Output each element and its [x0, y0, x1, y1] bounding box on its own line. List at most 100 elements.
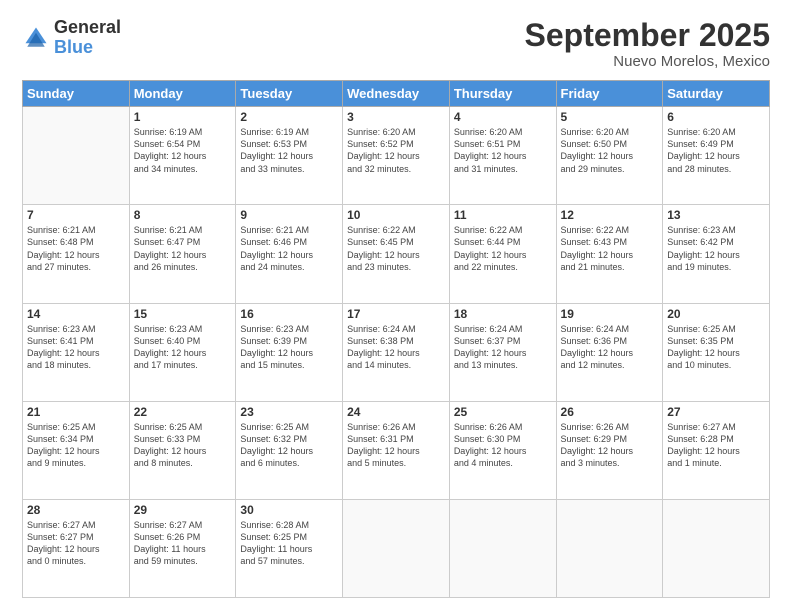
- calendar-cell: 10 Sunrise: 6:22 AM Sunset: 6:45 PM Dayli…: [343, 205, 450, 303]
- calendar: SundayMondayTuesdayWednesdayThursdayFrid…: [22, 80, 770, 598]
- day-detail: Sunrise: 6:24 AM Sunset: 6:37 PM Dayligh…: [454, 323, 552, 372]
- logo-icon: [22, 24, 50, 52]
- calendar-week-row: 21 Sunrise: 6:25 AM Sunset: 6:34 PM Dayli…: [23, 401, 770, 499]
- day-detail: Sunrise: 6:23 AM Sunset: 6:39 PM Dayligh…: [240, 323, 338, 372]
- day-detail: Sunrise: 6:25 AM Sunset: 6:35 PM Dayligh…: [667, 323, 765, 372]
- header-row: SundayMondayTuesdayWednesdayThursdayFrid…: [23, 81, 770, 107]
- day-detail: Sunrise: 6:23 AM Sunset: 6:42 PM Dayligh…: [667, 224, 765, 273]
- day-detail: Sunrise: 6:24 AM Sunset: 6:38 PM Dayligh…: [347, 323, 445, 372]
- day-detail: Sunrise: 6:20 AM Sunset: 6:52 PM Dayligh…: [347, 126, 445, 175]
- calendar-header: SundayMondayTuesdayWednesdayThursdayFrid…: [23, 81, 770, 107]
- day-number: 9: [240, 208, 338, 222]
- day-number: 21: [27, 405, 125, 419]
- day-number: 16: [240, 307, 338, 321]
- day-of-week-header: Saturday: [663, 81, 770, 107]
- calendar-cell: 9 Sunrise: 6:21 AM Sunset: 6:46 PM Daylig…: [236, 205, 343, 303]
- calendar-cell: [663, 499, 770, 597]
- day-detail: Sunrise: 6:19 AM Sunset: 6:53 PM Dayligh…: [240, 126, 338, 175]
- day-number: 13: [667, 208, 765, 222]
- day-detail: Sunrise: 6:23 AM Sunset: 6:41 PM Dayligh…: [27, 323, 125, 372]
- day-number: 30: [240, 503, 338, 517]
- day-number: 3: [347, 110, 445, 124]
- day-detail: Sunrise: 6:19 AM Sunset: 6:54 PM Dayligh…: [134, 126, 232, 175]
- day-number: 23: [240, 405, 338, 419]
- calendar-cell: 8Sunrise: 6:21 AM Sunset: 6:47 PM Daylig…: [129, 205, 236, 303]
- day-number: 25: [454, 405, 552, 419]
- day-number: 10: [347, 208, 445, 222]
- calendar-body: 1 Sunrise: 6:19 AM Sunset: 6:54 PM Daylig…: [23, 107, 770, 598]
- calendar-cell: 12 Sunrise: 6:22 AM Sunset: 6:43 PM Dayli…: [556, 205, 663, 303]
- day-number: 17: [347, 307, 445, 321]
- day-detail: Sunrise: 6:21 AM Sunset: 6:48 PM Dayligh…: [27, 224, 125, 273]
- calendar-cell: 19 Sunrise: 6:24 AM Sunset: 6:36 PM Dayli…: [556, 303, 663, 401]
- day-detail: Sunrise: 6:22 AM Sunset: 6:45 PM Dayligh…: [347, 224, 445, 273]
- day-detail: Sunrise: 6:25 AM Sunset: 6:34 PM Dayligh…: [27, 421, 125, 470]
- day-number: 19: [561, 307, 659, 321]
- day-number: 2: [240, 110, 338, 124]
- calendar-cell: 17 Sunrise: 6:24 AM Sunset: 6:38 PM Dayli…: [343, 303, 450, 401]
- day-detail: Sunrise: 6:26 AM Sunset: 6:30 PM Dayligh…: [454, 421, 552, 470]
- day-of-week-header: Friday: [556, 81, 663, 107]
- day-number: 24: [347, 405, 445, 419]
- header: General Blue September 2025 Nuevo Morelo…: [22, 18, 770, 70]
- day-of-week-header: Sunday: [23, 81, 130, 107]
- day-detail: Sunrise: 6:25 AM Sunset: 6:33 PM Dayligh…: [134, 421, 232, 470]
- day-detail: Sunrise: 6:22 AM Sunset: 6:43 PM Dayligh…: [561, 224, 659, 273]
- calendar-cell: 11Sunrise: 6:22 AM Sunset: 6:44 PM Dayli…: [449, 205, 556, 303]
- logo: General Blue: [22, 18, 121, 58]
- day-detail: Sunrise: 6:21 AM Sunset: 6:46 PM Dayligh…: [240, 224, 338, 273]
- day-detail: Sunrise: 6:24 AM Sunset: 6:36 PM Dayligh…: [561, 323, 659, 372]
- calendar-week-row: 1 Sunrise: 6:19 AM Sunset: 6:54 PM Daylig…: [23, 107, 770, 205]
- logo-general-text: General: [54, 18, 121, 38]
- calendar-cell: 6Sunrise: 6:20 AM Sunset: 6:49 PM Daylig…: [663, 107, 770, 205]
- calendar-cell: [556, 499, 663, 597]
- calendar-cell: 14 Sunrise: 6:23 AM Sunset: 6:41 PM Dayli…: [23, 303, 130, 401]
- day-of-week-header: Wednesday: [343, 81, 450, 107]
- day-number: 5: [561, 110, 659, 124]
- day-detail: Sunrise: 6:28 AM Sunset: 6:25 PM Dayligh…: [240, 519, 338, 568]
- calendar-week-row: 7 Sunrise: 6:21 AM Sunset: 6:48 PM Daylig…: [23, 205, 770, 303]
- calendar-cell: 3 Sunrise: 6:20 AM Sunset: 6:52 PM Daylig…: [343, 107, 450, 205]
- day-number: 7: [27, 208, 125, 222]
- calendar-cell: 16 Sunrise: 6:23 AM Sunset: 6:39 PM Dayli…: [236, 303, 343, 401]
- day-detail: Sunrise: 6:27 AM Sunset: 6:26 PM Dayligh…: [134, 519, 232, 568]
- calendar-cell: 28Sunrise: 6:27 AM Sunset: 6:27 PM Dayli…: [23, 499, 130, 597]
- calendar-cell: 7 Sunrise: 6:21 AM Sunset: 6:48 PM Daylig…: [23, 205, 130, 303]
- day-detail: Sunrise: 6:27 AM Sunset: 6:27 PM Dayligh…: [27, 519, 125, 568]
- calendar-week-row: 28Sunrise: 6:27 AM Sunset: 6:27 PM Dayli…: [23, 499, 770, 597]
- day-detail: Sunrise: 6:26 AM Sunset: 6:29 PM Dayligh…: [561, 421, 659, 470]
- calendar-cell: 4Sunrise: 6:20 AM Sunset: 6:51 PM Daylig…: [449, 107, 556, 205]
- day-number: 29: [134, 503, 232, 517]
- logo-blue-text: Blue: [54, 38, 121, 58]
- calendar-cell: 2 Sunrise: 6:19 AM Sunset: 6:53 PM Daylig…: [236, 107, 343, 205]
- calendar-cell: [449, 499, 556, 597]
- calendar-cell: 5Sunrise: 6:20 AM Sunset: 6:50 PM Daylig…: [556, 107, 663, 205]
- calendar-cell: 22Sunrise: 6:25 AM Sunset: 6:33 PM Dayli…: [129, 401, 236, 499]
- day-number: 1: [134, 110, 232, 124]
- calendar-cell: 18 Sunrise: 6:24 AM Sunset: 6:37 PM Dayli…: [449, 303, 556, 401]
- day-detail: Sunrise: 6:27 AM Sunset: 6:28 PM Dayligh…: [667, 421, 765, 470]
- calendar-cell: 15Sunrise: 6:23 AM Sunset: 6:40 PM Dayli…: [129, 303, 236, 401]
- subtitle: Nuevo Morelos, Mexico: [525, 53, 770, 70]
- day-number: 12: [561, 208, 659, 222]
- logo-text: General Blue: [54, 18, 121, 58]
- day-detail: Sunrise: 6:23 AM Sunset: 6:40 PM Dayligh…: [134, 323, 232, 372]
- day-of-week-header: Monday: [129, 81, 236, 107]
- day-detail: Sunrise: 6:26 AM Sunset: 6:31 PM Dayligh…: [347, 421, 445, 470]
- day-of-week-header: Tuesday: [236, 81, 343, 107]
- day-detail: Sunrise: 6:20 AM Sunset: 6:49 PM Dayligh…: [667, 126, 765, 175]
- calendar-cell: 20Sunrise: 6:25 AM Sunset: 6:35 PM Dayli…: [663, 303, 770, 401]
- calendar-cell: 29 Sunrise: 6:27 AM Sunset: 6:26 PM Dayli…: [129, 499, 236, 597]
- day-detail: Sunrise: 6:25 AM Sunset: 6:32 PM Dayligh…: [240, 421, 338, 470]
- day-number: 14: [27, 307, 125, 321]
- day-of-week-header: Thursday: [449, 81, 556, 107]
- day-number: 18: [454, 307, 552, 321]
- calendar-cell: 30 Sunrise: 6:28 AM Sunset: 6:25 PM Dayli…: [236, 499, 343, 597]
- day-number: 4: [454, 110, 552, 124]
- main-title: September 2025: [525, 18, 770, 53]
- calendar-cell: 23 Sunrise: 6:25 AM Sunset: 6:32 PM Dayli…: [236, 401, 343, 499]
- calendar-cell: 13 Sunrise: 6:23 AM Sunset: 6:42 PM Dayli…: [663, 205, 770, 303]
- day-number: 26: [561, 405, 659, 419]
- day-number: 11: [454, 208, 552, 222]
- day-number: 27: [667, 405, 765, 419]
